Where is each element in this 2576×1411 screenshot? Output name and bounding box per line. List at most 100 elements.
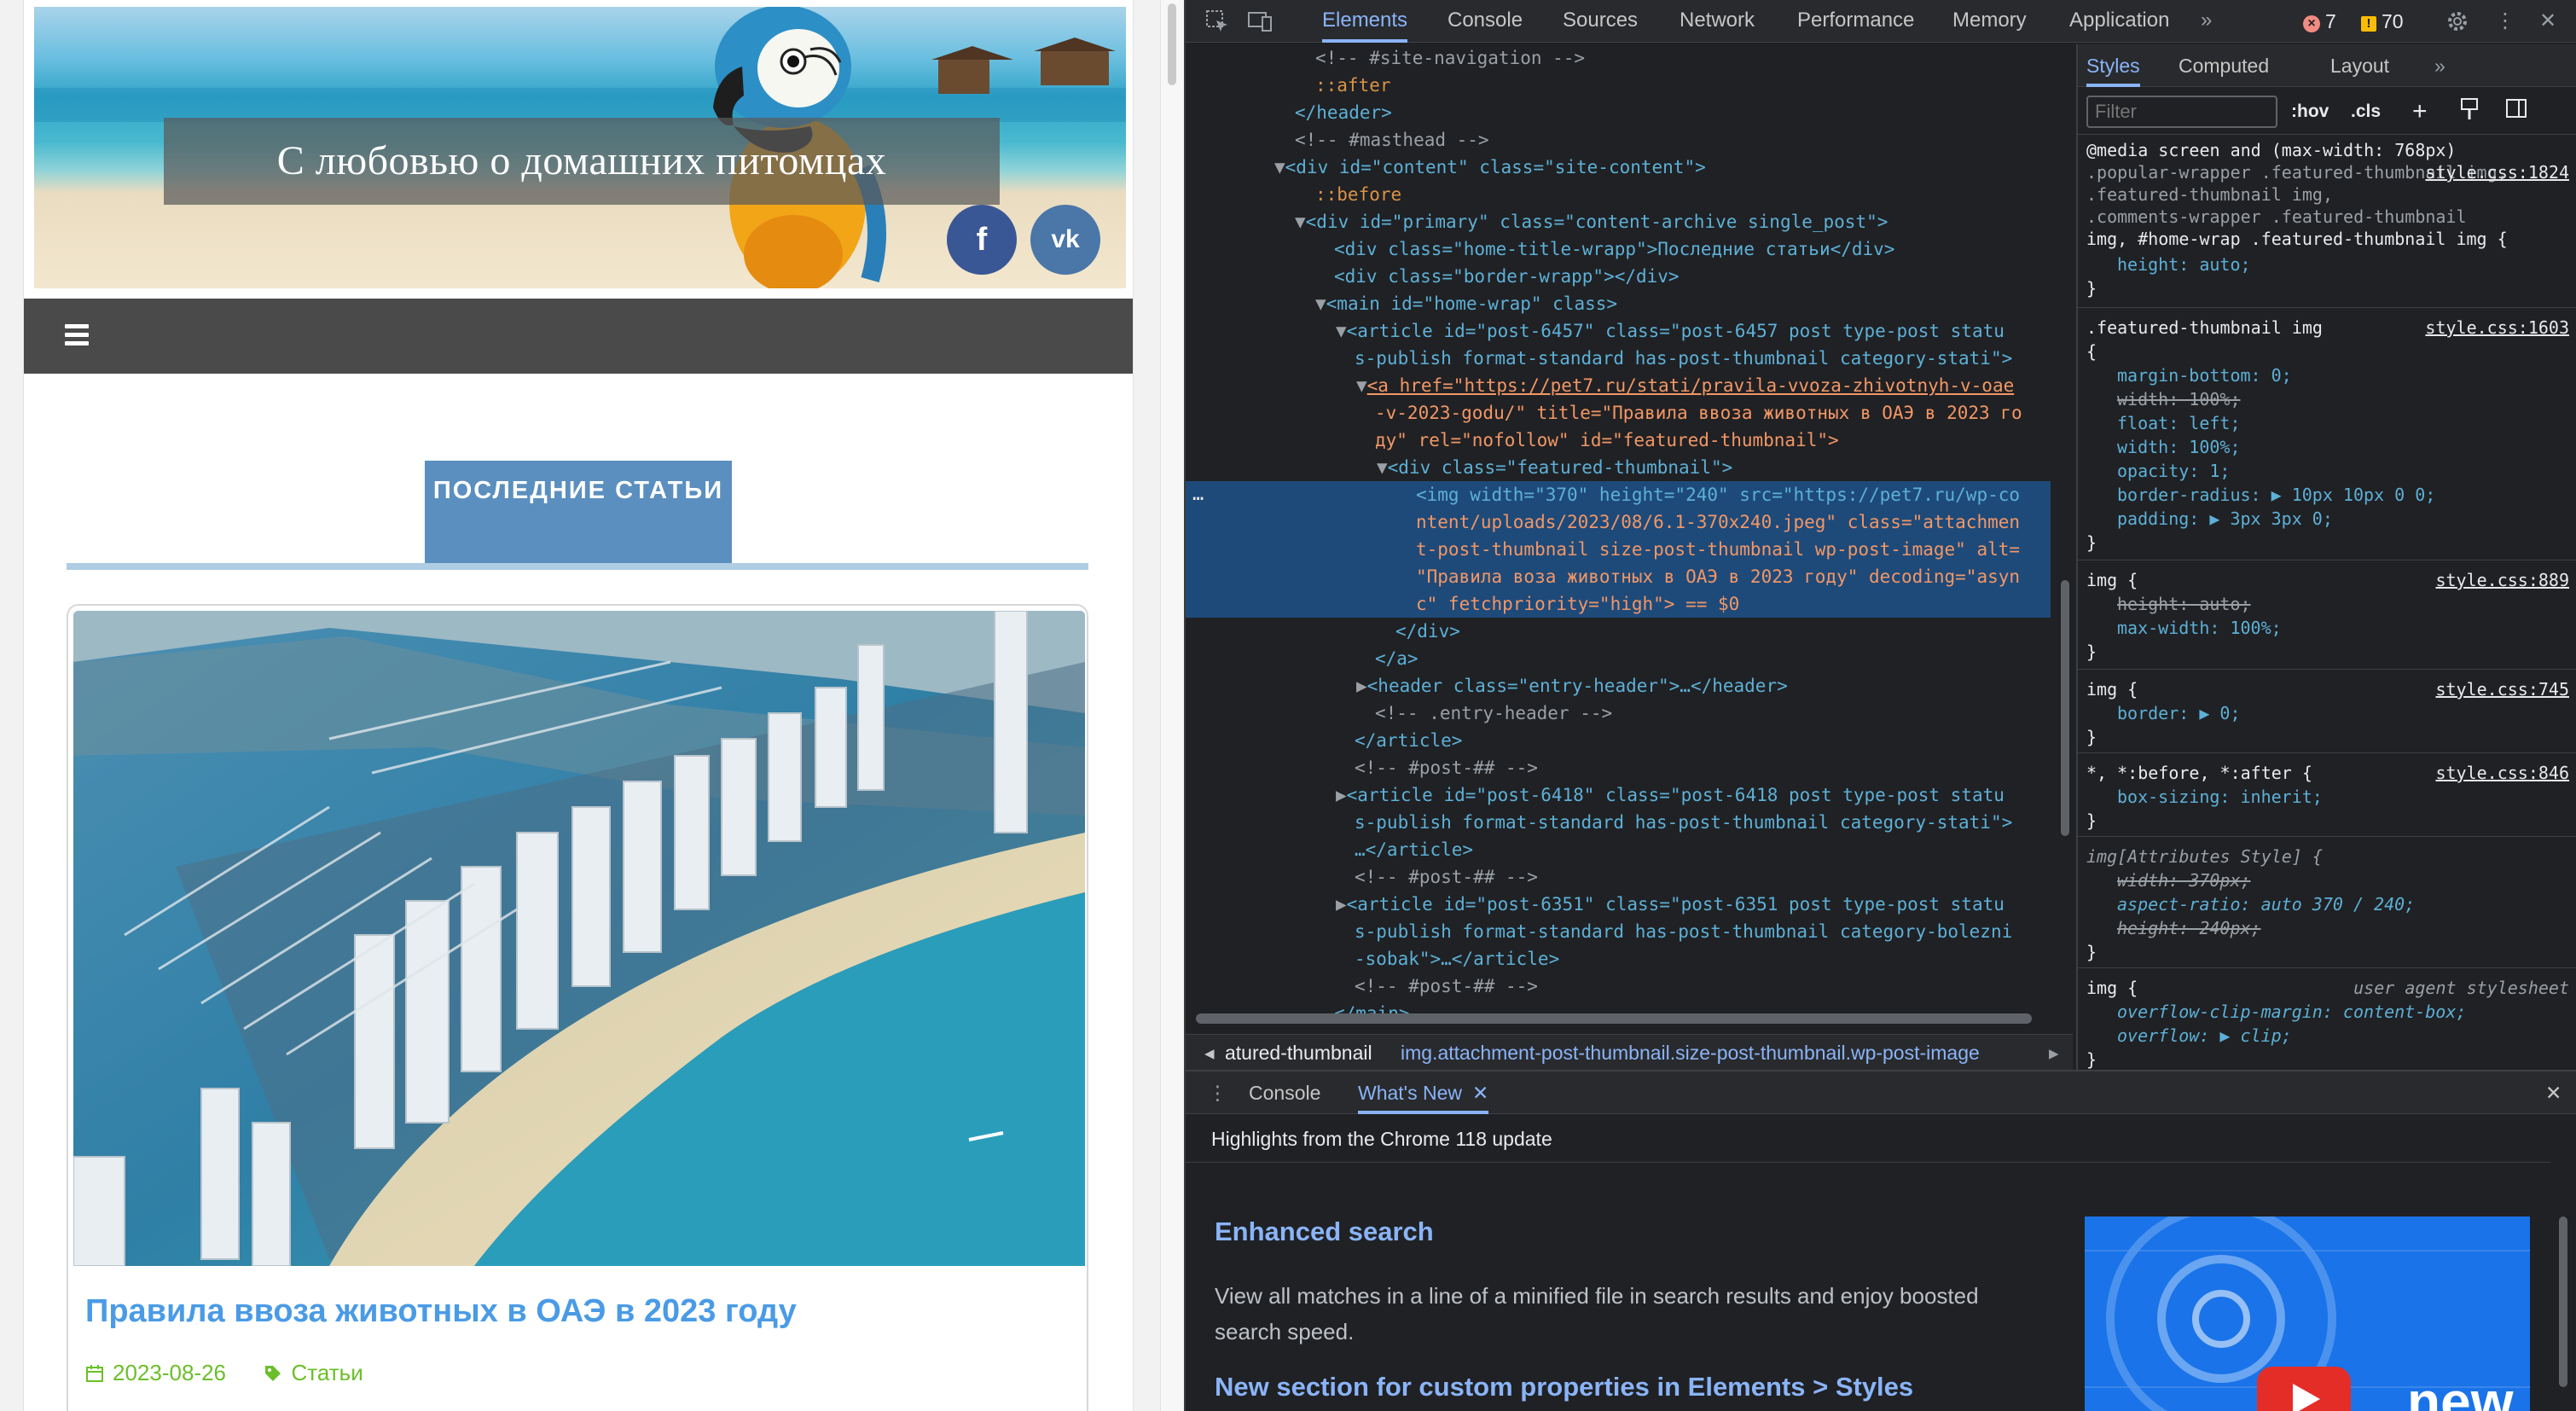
dom-node[interactable]: -v-2023-godu/" title="Правила ввоза живо… [1186, 399, 2051, 427]
dom-node[interactable]: ▼<div id="primary" class="content-archiv… [1186, 208, 2051, 235]
tab-memory[interactable]: Memory [1952, 0, 2027, 43]
dom-node[interactable]: …</article> [1186, 836, 2051, 863]
tab-performance[interactable]: Performance [1797, 0, 1914, 43]
dom-node[interactable]: ▼<div id="content" class="site-content"> [1186, 154, 2051, 181]
css-declaration-overridden[interactable]: width: 370px; [2086, 868, 2573, 893]
css-declaration[interactable]: height: auto; [2086, 253, 2573, 277]
tab-console[interactable]: Console [1448, 0, 1523, 43]
post-category-link[interactable]: Статьи [291, 1360, 363, 1385]
dom-node[interactable]: <!-- #post-## --> [1186, 973, 2051, 1000]
preview-scrollbar-thumb[interactable] [1168, 3, 1176, 85]
site-title[interactable]: С любовью о домашних питомцах [164, 118, 1000, 205]
css-source-link[interactable]: style.css:846 [2435, 761, 2569, 786]
error-counter[interactable]: × 7 [2303, 0, 2336, 43]
dom-node-selected[interactable]: ntent/uploads/2023/08/6.1-370x240.jpeg" … [1186, 508, 2051, 536]
hover-state-toggle[interactable]: :hov [2291, 96, 2329, 128]
css-declaration-overridden[interactable]: height: 240px; [2086, 916, 2573, 941]
dom-node[interactable]: <!-- #post-## --> [1186, 863, 2051, 891]
tab-sources[interactable]: Sources [1563, 0, 1638, 43]
css-declaration[interactable]: opacity: 1; [2086, 459, 2573, 484]
dom-node[interactable]: ▼<main id="home-wrap" class> [1186, 290, 2051, 317]
dom-node[interactable]: ▼<a href="https://pet7.ru/stati/pravila-… [1186, 372, 2051, 399]
css-declaration[interactable]: overflow-clip-margin: content-box; [2086, 1000, 2573, 1025]
facebook-button[interactable]: f [947, 205, 1017, 275]
dom-node[interactable]: </a> [1186, 645, 2051, 672]
css-declaration[interactable]: padding: ▶ 3px 3px 0; [2086, 507, 2573, 531]
css-source-link[interactable]: style.css:1603 [2425, 316, 2569, 340]
tab-elements[interactable]: Elements [1322, 0, 1408, 43]
post-thumbnail-image[interactable] [73, 611, 1085, 1266]
dom-node-selected[interactable]: … <img width="370" height="240" src="http… [1186, 481, 2051, 508]
dom-node[interactable]: <!-- #masthead --> [1186, 126, 2051, 154]
css-declaration[interactable]: aspect-ratio: auto 370 / 240; [2086, 892, 2573, 917]
class-toggle[interactable]: .cls [2351, 96, 2381, 128]
breadcrumb-item-current[interactable]: img.attachment-post-thumbnail.size-post-… [1401, 1035, 1980, 1070]
css-declaration[interactable]: box-sizing: inherit; [2086, 785, 2573, 810]
css-declaration[interactable]: float: left; [2086, 411, 2573, 436]
dom-node[interactable]: ::before [1186, 181, 2051, 208]
kebab-menu-icon[interactable]: ⋮ [2492, 9, 2518, 34]
dom-node[interactable]: <div class="border-wrapp"></div> [1186, 263, 2051, 290]
drawer-tab-console[interactable]: Console [1249, 1071, 1320, 1114]
more-tabs-chevron-icon[interactable]: » [2434, 44, 2445, 87]
css-declaration[interactable]: overflow: ▶ clip; [2086, 1024, 2573, 1048]
dom-vscroll-thumb[interactable] [2061, 580, 2069, 836]
dom-node[interactable]: ▼<article id="post-6457" class="post-645… [1186, 317, 2051, 345]
breadcrumb-prev-icon[interactable]: ◂ [1204, 1035, 1215, 1070]
element-state-icon[interactable] [2458, 96, 2480, 128]
hamburger-menu-icon[interactable] [65, 324, 89, 346]
toggle-sidebar-icon[interactable] [2504, 96, 2528, 128]
dom-node[interactable]: ▼<div class="featured-thumbnail"> [1186, 454, 2051, 481]
warning-counter[interactable]: ! 70 [2361, 0, 2404, 43]
dom-node[interactable]: <!-- #post-## --> [1186, 754, 2051, 781]
css-source-link[interactable]: style.css:745 [2435, 677, 2569, 702]
dom-node[interactable]: ду" rel="nofollow" id="featured-thumbnai… [1186, 427, 2051, 454]
feature-heading[interactable]: Enhanced search [1215, 1216, 1434, 1247]
tab-network[interactable]: Network [1680, 0, 1755, 43]
css-source-link[interactable]: style.css:1824 [2425, 160, 2569, 185]
breadcrumb-next-icon[interactable]: ▸ [2049, 1035, 2059, 1070]
dom-node[interactable]: ::after [1186, 72, 2051, 99]
new-style-rule-icon[interactable]: + [2412, 96, 2428, 128]
post-title-link[interactable]: Правила ввоза животных в ОАЭ в 2023 году [85, 1293, 797, 1330]
dom-node-selected[interactable]: c" fetchpriority="high"> == $0 [1186, 590, 2051, 618]
close-tab-icon[interactable]: ✕ [1472, 1082, 1488, 1104]
dom-node-selected[interactable]: t-post-thumbnail size-post-thumbnail wp-… [1186, 536, 2051, 563]
dom-node[interactable]: </header> [1186, 99, 2051, 126]
dom-node[interactable]: s-publish format-standard has-post-thumb… [1186, 809, 2051, 836]
tab-application[interactable]: Application [2069, 0, 2169, 43]
dom-node[interactable]: ▶<article id="post-6351" class="post-635… [1186, 891, 2051, 918]
settings-gear-icon[interactable] [2445, 9, 2470, 34]
dom-node[interactable]: </article> [1186, 727, 2051, 754]
youtube-play-icon[interactable] [2257, 1367, 2351, 1411]
dom-node[interactable]: ▶<article id="post-6418" class="post-641… [1186, 781, 2051, 809]
dom-node[interactable]: s-publish format-standard has-post-thumb… [1186, 918, 2051, 945]
dom-node[interactable]: ▶<header class="entry-header">…</header> [1186, 672, 2051, 700]
device-toolbar-icon[interactable] [1247, 9, 1273, 34]
tab-computed[interactable]: Computed [2179, 44, 2269, 87]
dom-vertical-scrollbar[interactable] [2054, 51, 2073, 1041]
dom-node[interactable]: </div> [1186, 618, 2051, 645]
css-declaration-overridden[interactable]: width: 100%; [2086, 387, 2573, 412]
dom-node[interactable]: <!-- .entry-header --> [1186, 700, 2051, 727]
css-source-link[interactable]: style.css:889 [2435, 568, 2569, 593]
drawer-menu-icon[interactable]: ⋮ [1208, 1071, 1227, 1114]
dom-horizontal-scrollbar[interactable] [1192, 1010, 2045, 1027]
close-devtools-icon[interactable]: ✕ [2535, 9, 2561, 34]
drawer-scrollbar[interactable] [2559, 1216, 2567, 1387]
dom-hscroll-thumb[interactable] [1196, 1013, 2032, 1024]
dom-node-selected[interactable]: "Правила воза животных в ОАЭ в 2023 году… [1186, 563, 2051, 590]
more-tabs-chevron-icon[interactable]: » [2201, 0, 2212, 43]
feature-heading[interactable]: New section for custom properties in Ele… [1215, 1372, 1913, 1402]
vk-button[interactable]: vk [1030, 205, 1100, 275]
drawer-tab-whats-new[interactable]: What's New ✕ [1358, 1071, 1489, 1114]
css-declaration[interactable]: margin-bottom: 0; [2086, 363, 2573, 388]
dom-node[interactable]: -sobak">…</article> [1186, 945, 2051, 973]
css-declaration[interactable]: border: ▶ 0; [2086, 701, 2573, 726]
tab-layout[interactable]: Layout [2330, 44, 2389, 87]
css-declaration[interactable]: max-width: 100%; [2086, 616, 2573, 641]
inspect-element-icon[interactable] [1204, 9, 1230, 34]
dom-node[interactable]: <!-- #site-navigation --> [1186, 44, 2051, 72]
breadcrumb-item[interactable]: atured-thumbnail [1225, 1035, 1372, 1070]
preview-scrollbar[interactable] [1160, 0, 1184, 1411]
